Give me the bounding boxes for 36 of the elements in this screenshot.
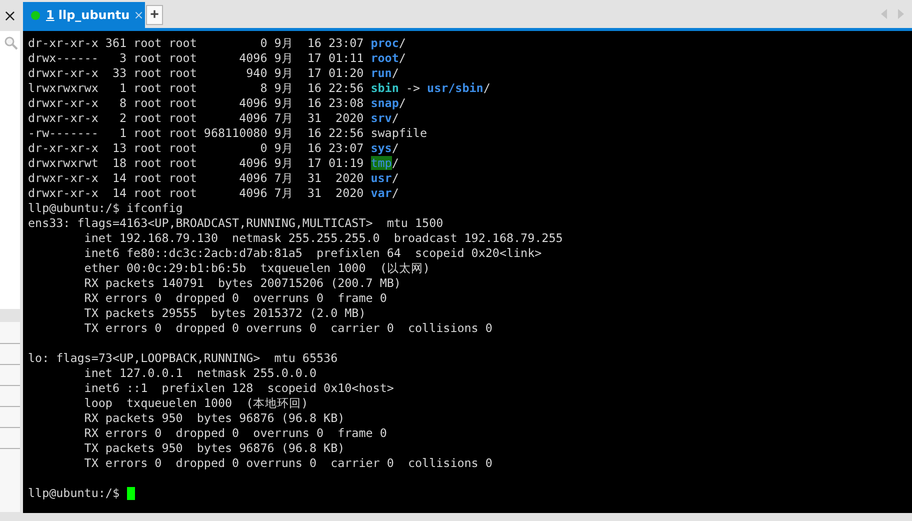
session-tab[interactable]: 1 llp_ubuntu × — [23, 2, 145, 28]
terminal-screen[interactable] — [23, 31, 912, 513]
scroll-left-icon[interactable] — [881, 9, 888, 19]
terminal-line: drwxr-xr-x 8 root root 4096 9月 16 23:08 snap/ — [28, 96, 406, 111]
terminal-line: TX errors 0 dropped 0 overruns 0 carrier 0 collisions 0 — [83, 456, 492, 471]
search-icon[interactable] — [4, 36, 18, 50]
terminal-line: RX errors 0 dropped 0 overruns 0 frame 0 — [83, 426, 387, 441]
terminal-line: inet6 fe80::dc3c:2acb:d7ab:81a5 prefixlen 64 scopeid 0x20<link> — [83, 246, 542, 261]
close-sidebar-button[interactable]: × — [3, 8, 17, 24]
terminal-line: RX errors 0 dropped 0 overruns 0 frame 0 — [83, 291, 387, 306]
terminal-line: loop txqueuelen 1000 (本地环回) — [83, 396, 308, 411]
terminal-line: ether 00:0c:29:b1:b6:5b txqueuelen 1000 (以太网) — [83, 261, 430, 276]
terminal-line: -rw------- 1 root root 968110080 9月 16 22:56 swapfile — [28, 126, 428, 141]
terminal-line: dr-xr-xr-x 361 root root 0 9月 16 23:07 proc/ — [28, 36, 406, 51]
terminal-line: TX packets 950 bytes 96876 (96.8 KB) — [83, 441, 345, 456]
terminal-line: llp@ubuntu:/$ ifconfig — [28, 201, 183, 216]
terminal-line: RX packets 950 bytes 96876 (96.8 KB) — [83, 411, 345, 426]
terminal-line: TX packets 29555 bytes 2015372 (2.0 MB) — [83, 306, 366, 321]
terminal-line: TX errors 0 dropped 0 overruns 0 carrier 0 collisions 0 — [83, 321, 492, 336]
terminal-line: drwxr-xr-x 33 root root 940 9月 17 01:20 run/ — [28, 66, 399, 81]
terminal-line: drwxr-xr-x 14 root root 4096 7月 31 2020 usr/ — [28, 171, 399, 186]
terminal-line: RX packets 140791 bytes 200715206 (200.7 MB) — [83, 276, 401, 291]
terminal-line: drwx------ 3 root root 4096 9月 17 01:11 root/ — [28, 51, 406, 66]
terminal-line: inet 127.0.0.1 netmask 255.0.0.0 — [83, 366, 316, 381]
scroll-right-icon[interactable] — [897, 9, 904, 19]
terminal-line: inet6 ::1 prefixlen 128 scopeid 0x10<host> — [83, 381, 394, 396]
terminal-line: ens33: flags=4163<UP,BROADCAST,RUNNING,MULTICAST> mtu 1500 — [28, 216, 444, 231]
terminal-line: llp@ubuntu:/$ — [28, 486, 120, 501]
terminal-line: drwxr-xr-x 14 root root 4096 7月 31 2020 var/ — [28, 186, 399, 201]
terminal-line: drwxr-xr-x 2 root root 4096 7月 31 2020 srv/ — [28, 111, 399, 126]
terminal-line: lrwxrwxrwx 1 root root 8 9月 16 22:56 sbin -> usr/sbin/ — [28, 81, 490, 96]
new-tab-button[interactable]: + — [146, 5, 163, 25]
terminal-line: drwxrwxrwt 18 root root 4096 9月 17 01:19 tmp/ — [28, 156, 399, 171]
terminal-line: dr-xr-xr-x 13 root root 0 9月 16 23:07 sys/ — [28, 141, 399, 156]
terminal-line: lo: flags=73<UP,LOOPBACK,RUNNING> mtu 65536 — [28, 351, 338, 366]
terminal-line: inet 192.168.79.130 netmask 255.255.255.0 broadcast 192.168.79.255 — [83, 231, 563, 246]
